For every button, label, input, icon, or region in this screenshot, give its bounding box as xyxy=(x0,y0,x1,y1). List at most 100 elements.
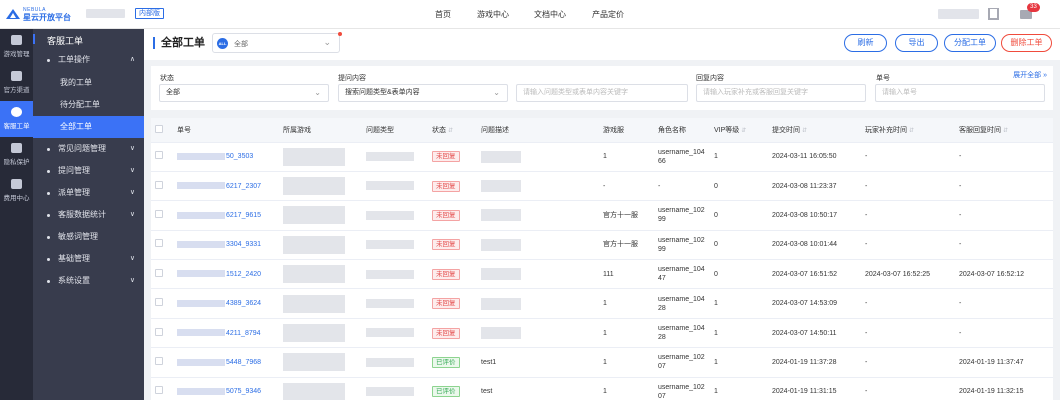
user-name-blurred[interactable] xyxy=(938,9,979,19)
sort-icon[interactable]: ⇵ xyxy=(909,128,914,134)
masked-id xyxy=(177,241,225,249)
description-cell xyxy=(477,171,599,202)
server-cell: 官方十一服 xyxy=(599,200,654,231)
menu-sensitive-words[interactable]: 敏感词管理 xyxy=(33,226,144,248)
table-row[interactable]: 6217_2307 未回复 - - 0 2024-03-08 11:23:37 … xyxy=(151,171,1053,202)
game-cell xyxy=(279,259,362,290)
role-cell: username_102 07 xyxy=(654,377,710,400)
row-checkbox[interactable] xyxy=(155,386,163,395)
supplement-time-cell: - xyxy=(861,318,955,349)
masked-id xyxy=(177,329,225,337)
menu-my-tickets[interactable]: 我的工单 xyxy=(33,72,144,94)
sort-icon[interactable]: ⇵ xyxy=(1003,128,1008,134)
expand-all-link[interactable]: 展开全部 » xyxy=(1013,70,1047,80)
notification-button[interactable]: 33 xyxy=(1018,0,1044,29)
order-no-link[interactable]: 6217_9615 xyxy=(173,200,279,231)
col-status[interactable]: 状态 ⇵ xyxy=(428,118,477,143)
blurred-game xyxy=(283,206,345,225)
game-cell xyxy=(279,347,362,378)
blurred-type xyxy=(366,152,414,162)
sort-icon[interactable]: ⇵ xyxy=(802,128,807,134)
menu-system-settings[interactable]: 系统设置 ∨ xyxy=(33,270,144,292)
rail-billing[interactable]: 费用中心 xyxy=(0,173,33,209)
table-row[interactable]: 4389_3624 未回复 1 username_104 28 1 2024-03… xyxy=(151,288,1053,319)
nav-doc-center[interactable]: 文档中心 xyxy=(534,9,566,20)
blurred-game xyxy=(283,294,345,313)
col-submit-time[interactable]: 提交时间 ⇵ xyxy=(768,118,861,143)
col-vip[interactable]: VIP等级 ⇵ xyxy=(710,118,768,143)
page-title: 全部工单 xyxy=(153,37,205,49)
blurred-desc xyxy=(481,268,521,281)
row-checkbox[interactable] xyxy=(155,356,163,365)
menu-basic[interactable]: 基础管理 ∨ xyxy=(33,248,144,270)
menu-pending-tickets[interactable]: 待分配工单 xyxy=(33,94,144,116)
blurred-desc xyxy=(481,297,521,310)
table-row[interactable]: 5075_9346 已评价 test 1 username_102 07 1 20… xyxy=(151,377,1053,400)
row-checkbox[interactable] xyxy=(155,327,163,336)
view-select[interactable]: ALL 全部 ⌄ xyxy=(212,32,342,53)
order-no-link[interactable]: 4211_8794 xyxy=(173,318,279,349)
col-reply-time[interactable]: 客服回复时间 ⇵ xyxy=(955,118,1053,143)
submit-time-cell: 2024-03-08 11:23:37 xyxy=(768,171,861,202)
table-row[interactable]: 3304_9331 未回复 官方十一服 username_102 99 0 202… xyxy=(151,230,1053,261)
order-no-link[interactable]: 6217_2307 xyxy=(173,171,279,202)
bullet-icon xyxy=(47,192,50,195)
row-checkbox[interactable] xyxy=(155,151,163,160)
col-supplement-time[interactable]: 玩家补充时间 ⇵ xyxy=(861,118,955,143)
nav-pricing[interactable]: 产品定价 xyxy=(592,9,624,20)
order-no-link[interactable]: 5075_9346 xyxy=(173,377,279,400)
question-type-select[interactable]: 搜索问题类型&表单内容 ⌄ xyxy=(338,84,508,102)
rail-game-manage[interactable]: 游戏管理 xyxy=(0,29,33,65)
question-keyword-input[interactable]: 请输入问题类型或表单内容关键字 xyxy=(516,84,688,102)
sort-icon[interactable]: ⇵ xyxy=(741,128,746,134)
order-number-input[interactable]: 请输入单号 xyxy=(875,84,1045,102)
row-checkbox[interactable] xyxy=(155,298,163,307)
select-all-checkbox[interactable] xyxy=(155,124,163,133)
delete-ticket-button[interactable]: 删除工单 xyxy=(1001,34,1052,52)
status-cell: 已评价 xyxy=(428,347,477,378)
row-checkbox[interactable] xyxy=(155,268,163,277)
col-game: 所属游戏 xyxy=(279,118,362,143)
game-cell xyxy=(279,200,362,231)
row-checkbox[interactable] xyxy=(155,209,163,218)
status-select[interactable]: 全部 ⌄ xyxy=(159,84,329,102)
order-no-link[interactable]: 4389_3624 xyxy=(173,288,279,319)
table-row[interactable]: 5448_7968 已评价 test1 1 username_102 07 1 2… xyxy=(151,347,1053,378)
docs-icon[interactable] xyxy=(988,8,999,20)
export-button[interactable]: 导出 xyxy=(895,34,938,52)
chevron-down-icon: ∨ xyxy=(129,211,135,218)
rail-official-channel[interactable]: 官方渠道 xyxy=(0,65,33,101)
table-row[interactable]: 4211_8794 未回复 1 username_104 28 1 2024-03… xyxy=(151,318,1053,349)
order-no-link[interactable]: 1512_2420 xyxy=(173,259,279,290)
question-type-cell xyxy=(362,288,428,319)
menu-all-tickets[interactable]: 全部工单 xyxy=(33,116,144,138)
status-cell: 未回复 xyxy=(428,200,477,231)
role-cell: username_104 28 xyxy=(654,288,710,319)
table-row[interactable]: 50_3503 未回复 1 username_104 66 1 2024-03-1… xyxy=(151,142,1053,172)
vip-cell: 0 xyxy=(710,171,768,202)
sub-menu: 客服工单 工单操作 ∧ 我的工单 待分配工单 全部工单 常见问题管理 ∨ 提问管理 ∨… xyxy=(33,29,144,400)
menu-stats[interactable]: 客服数据统计 ∨ xyxy=(33,204,144,226)
order-no-link[interactable]: 5448_7968 xyxy=(173,347,279,378)
assign-ticket-button[interactable]: 分配工单 xyxy=(944,34,996,52)
bullet-icon xyxy=(47,59,50,62)
rail-privacy[interactable]: 隐私保护 xyxy=(0,137,33,173)
order-no-link[interactable]: 50_3503 xyxy=(173,142,279,172)
refresh-button[interactable]: 刷新 xyxy=(844,34,887,52)
submit-time-cell: 2024-03-07 16:51:52 xyxy=(768,259,861,290)
menu-dispatch[interactable]: 派单管理 ∨ xyxy=(33,182,144,204)
row-checkbox[interactable] xyxy=(155,239,163,248)
nav-game-center[interactable]: 游戏中心 xyxy=(477,9,509,20)
rail-customer-service[interactable]: 客服工单 xyxy=(0,101,33,137)
row-checkbox[interactable] xyxy=(155,180,163,189)
table-row[interactable]: 1512_2420 未回复 111 username_104 47 0 2024-… xyxy=(151,259,1053,290)
menu-ticket-ops[interactable]: 工单操作 ∧ xyxy=(33,49,144,71)
reply-keyword-input[interactable]: 请输入玩家补充或客服回复关键字 xyxy=(696,84,866,102)
vip-cell: 1 xyxy=(710,142,768,172)
menu-faq[interactable]: 常见问题管理 ∨ xyxy=(33,138,144,160)
menu-question-manage[interactable]: 提问管理 ∨ xyxy=(33,160,144,182)
nav-home[interactable]: 首页 xyxy=(435,9,451,20)
filter-icon[interactable]: ⇵ xyxy=(448,128,453,134)
order-no-link[interactable]: 3304_9331 xyxy=(173,230,279,261)
table-row[interactable]: 6217_9615 未回复 官方十一服 username_102 99 0 202… xyxy=(151,200,1053,231)
